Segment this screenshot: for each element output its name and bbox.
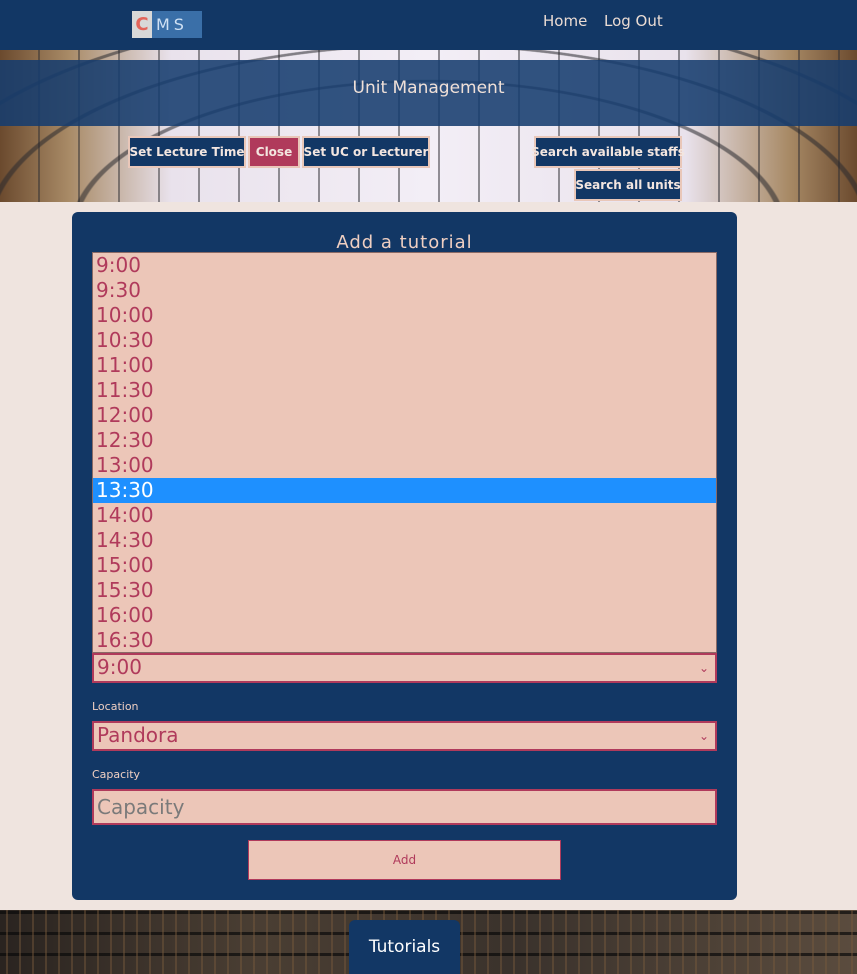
time-dropdown-list[interactable]: 9:00 9:30 10:00 10:30 11:00 11:30 12:00 12:30 13… xyxy=(92,252,717,653)
time-option[interactable]: 16:30 xyxy=(93,628,716,652)
capacity-input[interactable]: Capacity xyxy=(92,789,717,825)
location-select-value: Pandora xyxy=(97,723,179,747)
time-option[interactable]: 11:00 xyxy=(93,353,716,378)
time-select-value: 9:00 xyxy=(97,655,142,679)
page-title: Unit Management xyxy=(352,78,505,98)
add-button[interactable]: Add xyxy=(248,840,561,880)
top-navbar: C MS Home Log Out xyxy=(0,0,857,50)
time-option[interactable]: 14:30 xyxy=(93,528,716,553)
cms-logo[interactable]: C MS xyxy=(132,11,202,38)
search-staffs-button[interactable]: Search available staffs xyxy=(531,136,685,168)
time-option[interactable]: 11:30 xyxy=(93,378,716,403)
nav-logout-link[interactable]: Log Out xyxy=(604,12,663,30)
location-label: Location xyxy=(92,700,139,713)
search-units-button[interactable]: Search all units xyxy=(574,169,682,201)
time-option[interactable]: 10:30 xyxy=(93,328,716,353)
set-uc-lecturer-button[interactable]: Set UC or Lecturer xyxy=(302,136,430,168)
time-option[interactable]: 14:00 xyxy=(93,503,716,528)
location-select[interactable]: Pandora ⌄ xyxy=(92,721,717,751)
close-button[interactable]: Close xyxy=(248,136,300,168)
time-option[interactable]: 9:30 xyxy=(93,278,716,303)
form-title: Add a tutorial xyxy=(336,232,473,253)
time-option[interactable]: 12:00 xyxy=(93,403,716,428)
capacity-label: Capacity xyxy=(92,768,141,781)
nav-home-link[interactable]: Home xyxy=(543,12,587,30)
time-select[interactable]: 9:00 ⌄ xyxy=(92,653,717,683)
time-option[interactable]: 10:00 xyxy=(93,303,716,328)
chevron-down-icon: ⌄ xyxy=(698,729,709,743)
time-option[interactable]: 15:30 xyxy=(93,578,716,603)
time-option[interactable]: 9:00 xyxy=(93,253,716,278)
time-option[interactable]: 13:00 xyxy=(93,453,716,478)
chevron-down-icon: ⌄ xyxy=(698,661,709,675)
time-option[interactable]: 12:30 xyxy=(93,428,716,453)
tab-tutorials[interactable]: Tutorials xyxy=(349,920,460,974)
logo-letter-c: C xyxy=(132,11,152,38)
set-lecture-time-button[interactable]: Set Lecture Time xyxy=(128,136,246,168)
time-option[interactable]: 15:00 xyxy=(93,553,716,578)
time-option[interactable]: 16:00 xyxy=(93,603,716,628)
logo-letters-ms: MS xyxy=(156,15,188,34)
time-option[interactable]: 13:30 xyxy=(93,478,716,503)
